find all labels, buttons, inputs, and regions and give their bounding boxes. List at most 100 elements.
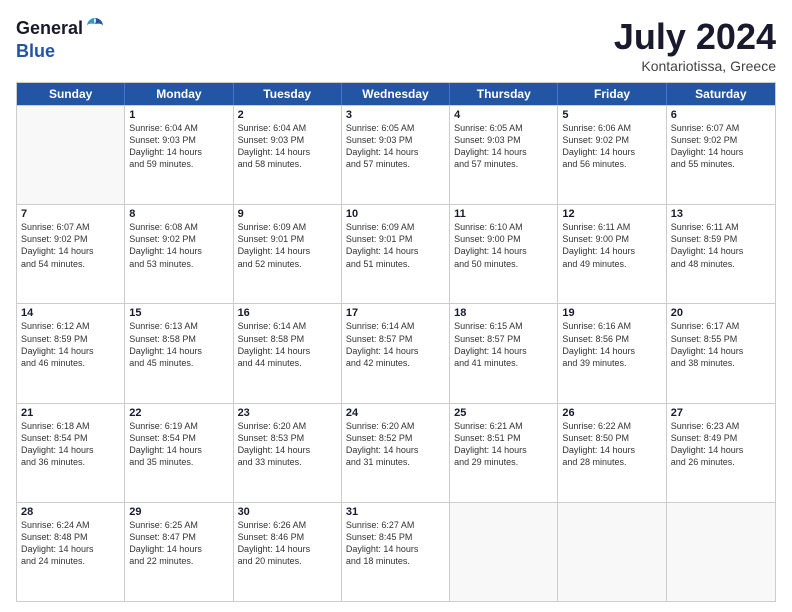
cell-info: Sunrise: 6:15 AM Sunset: 8:57 PM Dayligh… [454, 320, 553, 369]
cell-info: Sunrise: 6:07 AM Sunset: 9:02 PM Dayligh… [21, 221, 120, 270]
cell-info: Sunrise: 6:14 AM Sunset: 8:58 PM Dayligh… [238, 320, 337, 369]
day-number: 14 [21, 307, 120, 319]
calendar-cell: 27Sunrise: 6:23 AM Sunset: 8:49 PM Dayli… [667, 404, 775, 502]
day-number: 23 [238, 407, 337, 419]
day-number: 17 [346, 307, 445, 319]
calendar-header-day: Tuesday [234, 83, 342, 105]
calendar-week: 7Sunrise: 6:07 AM Sunset: 9:02 PM Daylig… [17, 204, 775, 303]
calendar-cell: 31Sunrise: 6:27 AM Sunset: 8:45 PM Dayli… [342, 503, 450, 601]
calendar-cell [558, 503, 666, 601]
logo: General Blue [16, 16, 105, 62]
calendar-cell: 17Sunrise: 6:14 AM Sunset: 8:57 PM Dayli… [342, 304, 450, 402]
cell-info: Sunrise: 6:24 AM Sunset: 8:48 PM Dayligh… [21, 519, 120, 568]
cell-info: Sunrise: 6:10 AM Sunset: 9:00 PM Dayligh… [454, 221, 553, 270]
cell-info: Sunrise: 6:07 AM Sunset: 9:02 PM Dayligh… [671, 122, 771, 171]
calendar-cell: 7Sunrise: 6:07 AM Sunset: 9:02 PM Daylig… [17, 205, 125, 303]
cell-info: Sunrise: 6:23 AM Sunset: 8:49 PM Dayligh… [671, 420, 771, 469]
calendar-cell [667, 503, 775, 601]
day-number: 10 [346, 208, 445, 220]
calendar-header-day: Monday [125, 83, 233, 105]
day-number: 8 [129, 208, 228, 220]
day-number: 11 [454, 208, 553, 220]
cell-info: Sunrise: 6:05 AM Sunset: 9:03 PM Dayligh… [454, 122, 553, 171]
calendar-cell: 13Sunrise: 6:11 AM Sunset: 8:59 PM Dayli… [667, 205, 775, 303]
day-number: 16 [238, 307, 337, 319]
day-number: 15 [129, 307, 228, 319]
cell-info: Sunrise: 6:11 AM Sunset: 8:59 PM Dayligh… [671, 221, 771, 270]
calendar-cell: 29Sunrise: 6:25 AM Sunset: 8:47 PM Dayli… [125, 503, 233, 601]
calendar-week: 21Sunrise: 6:18 AM Sunset: 8:54 PM Dayli… [17, 403, 775, 502]
cell-info: Sunrise: 6:18 AM Sunset: 8:54 PM Dayligh… [21, 420, 120, 469]
calendar-cell: 3Sunrise: 6:05 AM Sunset: 9:03 PM Daylig… [342, 106, 450, 204]
calendar-header: SundayMondayTuesdayWednesdayThursdayFrid… [17, 83, 775, 105]
day-number: 26 [562, 407, 661, 419]
calendar-cell: 20Sunrise: 6:17 AM Sunset: 8:55 PM Dayli… [667, 304, 775, 402]
day-number: 12 [562, 208, 661, 220]
cell-info: Sunrise: 6:20 AM Sunset: 8:53 PM Dayligh… [238, 420, 337, 469]
calendar-cell: 16Sunrise: 6:14 AM Sunset: 8:58 PM Dayli… [234, 304, 342, 402]
day-number: 21 [21, 407, 120, 419]
logo-bird-icon [85, 16, 105, 41]
calendar-cell: 15Sunrise: 6:13 AM Sunset: 8:58 PM Dayli… [125, 304, 233, 402]
calendar-cell: 19Sunrise: 6:16 AM Sunset: 8:56 PM Dayli… [558, 304, 666, 402]
cell-info: Sunrise: 6:04 AM Sunset: 9:03 PM Dayligh… [129, 122, 228, 171]
day-number: 22 [129, 407, 228, 419]
calendar-cell: 6Sunrise: 6:07 AM Sunset: 9:02 PM Daylig… [667, 106, 775, 204]
cell-info: Sunrise: 6:09 AM Sunset: 9:01 PM Dayligh… [346, 221, 445, 270]
calendar-cell: 30Sunrise: 6:26 AM Sunset: 8:46 PM Dayli… [234, 503, 342, 601]
calendar-cell: 22Sunrise: 6:19 AM Sunset: 8:54 PM Dayli… [125, 404, 233, 502]
calendar-cell: 8Sunrise: 6:08 AM Sunset: 9:02 PM Daylig… [125, 205, 233, 303]
logo-blue: Blue [16, 41, 55, 61]
calendar-cell: 24Sunrise: 6:20 AM Sunset: 8:52 PM Dayli… [342, 404, 450, 502]
calendar-cell: 9Sunrise: 6:09 AM Sunset: 9:01 PM Daylig… [234, 205, 342, 303]
cell-info: Sunrise: 6:04 AM Sunset: 9:03 PM Dayligh… [238, 122, 337, 171]
calendar-cell: 28Sunrise: 6:24 AM Sunset: 8:48 PM Dayli… [17, 503, 125, 601]
day-number: 3 [346, 109, 445, 121]
day-number: 25 [454, 407, 553, 419]
cell-info: Sunrise: 6:22 AM Sunset: 8:50 PM Dayligh… [562, 420, 661, 469]
cell-info: Sunrise: 6:11 AM Sunset: 9:00 PM Dayligh… [562, 221, 661, 270]
day-number: 4 [454, 109, 553, 121]
cell-info: Sunrise: 6:13 AM Sunset: 8:58 PM Dayligh… [129, 320, 228, 369]
calendar-body: 1Sunrise: 6:04 AM Sunset: 9:03 PM Daylig… [17, 105, 775, 601]
day-number: 24 [346, 407, 445, 419]
calendar-week: 14Sunrise: 6:12 AM Sunset: 8:59 PM Dayli… [17, 303, 775, 402]
calendar-cell: 12Sunrise: 6:11 AM Sunset: 9:00 PM Dayli… [558, 205, 666, 303]
day-number: 9 [238, 208, 337, 220]
cell-info: Sunrise: 6:08 AM Sunset: 9:02 PM Dayligh… [129, 221, 228, 270]
day-number: 28 [21, 506, 120, 518]
calendar-week: 1Sunrise: 6:04 AM Sunset: 9:03 PM Daylig… [17, 105, 775, 204]
page: General Blue July 2024 Kontariotissa, Gr… [0, 0, 792, 612]
cell-info: Sunrise: 6:05 AM Sunset: 9:03 PM Dayligh… [346, 122, 445, 171]
cell-info: Sunrise: 6:25 AM Sunset: 8:47 PM Dayligh… [129, 519, 228, 568]
calendar-cell [450, 503, 558, 601]
cell-info: Sunrise: 6:09 AM Sunset: 9:01 PM Dayligh… [238, 221, 337, 270]
calendar: SundayMondayTuesdayWednesdayThursdayFrid… [16, 82, 776, 602]
calendar-cell: 10Sunrise: 6:09 AM Sunset: 9:01 PM Dayli… [342, 205, 450, 303]
header: General Blue July 2024 Kontariotissa, Gr… [16, 16, 776, 74]
cell-info: Sunrise: 6:26 AM Sunset: 8:46 PM Dayligh… [238, 519, 337, 568]
cell-info: Sunrise: 6:27 AM Sunset: 8:45 PM Dayligh… [346, 519, 445, 568]
calendar-header-day: Sunday [17, 83, 125, 105]
calendar-cell [17, 106, 125, 204]
calendar-cell: 25Sunrise: 6:21 AM Sunset: 8:51 PM Dayli… [450, 404, 558, 502]
calendar-week: 28Sunrise: 6:24 AM Sunset: 8:48 PM Dayli… [17, 502, 775, 601]
day-number: 13 [671, 208, 771, 220]
calendar-cell: 26Sunrise: 6:22 AM Sunset: 8:50 PM Dayli… [558, 404, 666, 502]
calendar-cell: 2Sunrise: 6:04 AM Sunset: 9:03 PM Daylig… [234, 106, 342, 204]
calendar-header-day: Friday [558, 83, 666, 105]
day-number: 29 [129, 506, 228, 518]
calendar-cell: 4Sunrise: 6:05 AM Sunset: 9:03 PM Daylig… [450, 106, 558, 204]
calendar-cell: 1Sunrise: 6:04 AM Sunset: 9:03 PM Daylig… [125, 106, 233, 204]
title-location: Kontariotissa, Greece [614, 58, 776, 74]
day-number: 18 [454, 307, 553, 319]
calendar-cell: 5Sunrise: 6:06 AM Sunset: 9:02 PM Daylig… [558, 106, 666, 204]
cell-info: Sunrise: 6:19 AM Sunset: 8:54 PM Dayligh… [129, 420, 228, 469]
calendar-cell: 11Sunrise: 6:10 AM Sunset: 9:00 PM Dayli… [450, 205, 558, 303]
cell-info: Sunrise: 6:06 AM Sunset: 9:02 PM Dayligh… [562, 122, 661, 171]
cell-info: Sunrise: 6:16 AM Sunset: 8:56 PM Dayligh… [562, 320, 661, 369]
day-number: 7 [21, 208, 120, 220]
calendar-header-day: Saturday [667, 83, 775, 105]
day-number: 2 [238, 109, 337, 121]
day-number: 5 [562, 109, 661, 121]
